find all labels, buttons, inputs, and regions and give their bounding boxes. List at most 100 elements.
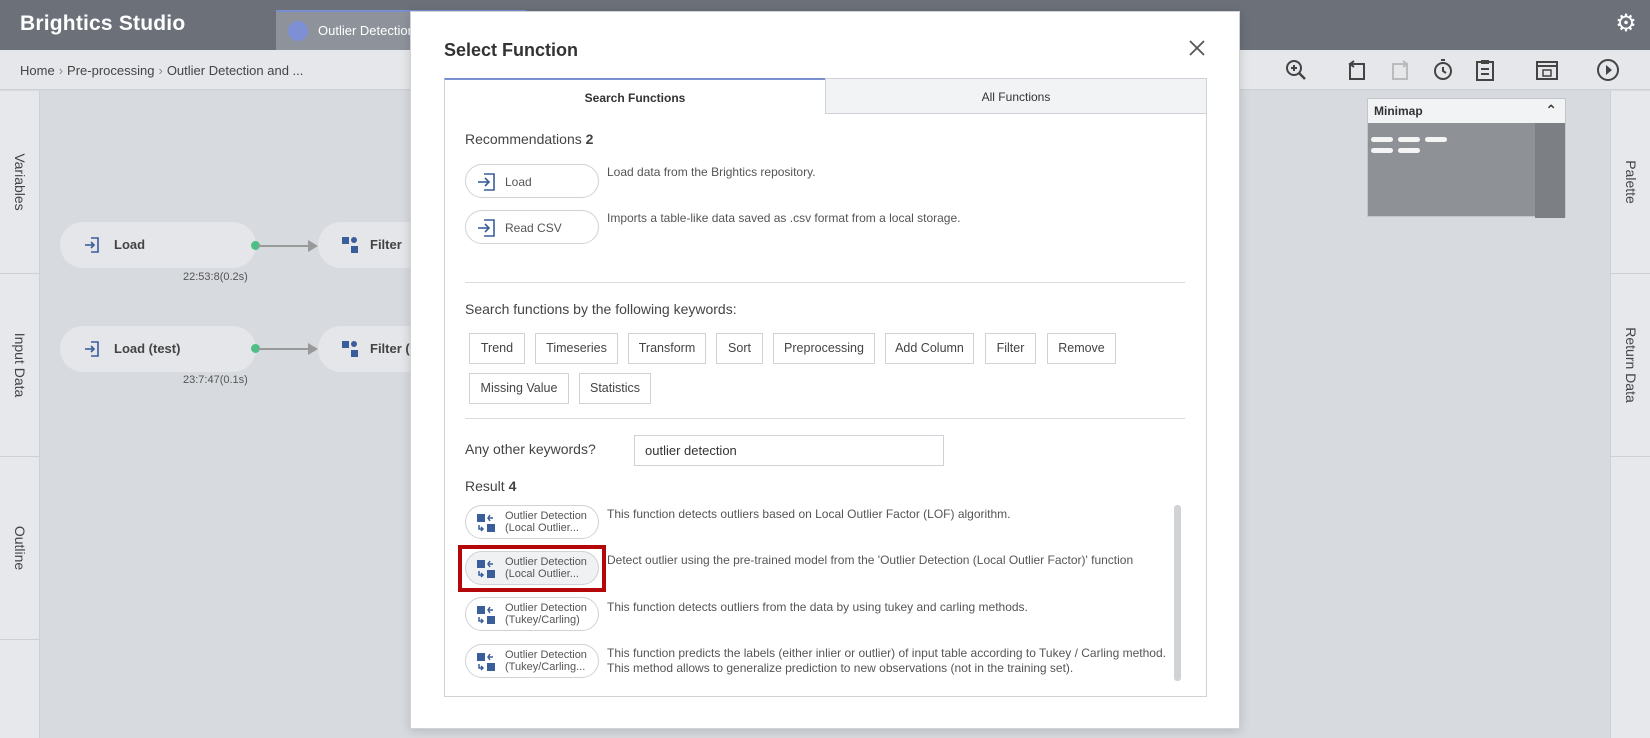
recommendation-read-csv[interactable]: Read CSV: [465, 210, 599, 244]
result-item-name-line1: Outlier Detection: [505, 602, 587, 614]
keyword-filter[interactable]: Filter: [985, 333, 1036, 364]
keyword-transform[interactable]: Transform: [628, 333, 706, 364]
breadcrumb: Home › Pre-processing › Outlier Detection an…: [20, 63, 304, 78]
result-item-name-line1: Outlier Detection: [505, 510, 587, 522]
result-item-name: Outlier Detection (Tukey/Carling...: [505, 649, 595, 673]
node-load-time: 22:53:8(0.2s): [183, 271, 248, 283]
divider: [465, 282, 1185, 283]
zoom-in-icon[interactable]: [1284, 58, 1308, 82]
recommendations-count: 2: [585, 131, 594, 147]
node-filter-test-label: Filter (t: [370, 341, 415, 356]
keyword-add-column[interactable]: Add Column: [885, 333, 974, 364]
result-item-name-line1: Outlier Detection: [505, 649, 587, 661]
minimap-scrollbar[interactable]: [1535, 123, 1565, 218]
other-keywords-label: Any other keywords?: [465, 441, 596, 457]
result-item-lof[interactable]: Outlier Detection (Local Outlier...: [465, 505, 599, 539]
recommendations-label: Recommendations: [465, 131, 582, 147]
node-load-test[interactable]: Load (test): [60, 326, 256, 372]
recommendation-read-csv-label: Read CSV: [505, 221, 562, 235]
minimap-header[interactable]: Minimap ⌃: [1368, 99, 1565, 123]
node-filter-label: Filter: [370, 237, 402, 252]
keyword-sort[interactable]: Sort: [716, 333, 763, 364]
result-item-name: Outlier Detection (Local Outlier...: [505, 510, 595, 534]
workflow-icon: [288, 21, 308, 41]
result-item-name-line2: (Local Outlier...: [505, 522, 579, 534]
side-tab-return-data[interactable]: Return Data: [1611, 274, 1650, 457]
undo-icon[interactable]: [1345, 58, 1369, 82]
left-side-panel: Variables Input Data Outline: [0, 91, 40, 738]
filter-icon: [342, 237, 358, 253]
clipboard-icon[interactable]: [1473, 58, 1497, 82]
result-item-name-line2: (Tukey/Carling): [505, 614, 580, 626]
result-item-desc: This function predicts the labels (eithe…: [607, 646, 1166, 676]
right-side-panel: Palette Return Data: [1610, 91, 1650, 738]
workflow-tab-label: Outlier Detection: [318, 23, 415, 38]
filter-icon: [342, 341, 358, 357]
result-item-desc: This function detects outliers based on …: [607, 507, 1011, 521]
result-item-desc-line1: This function predicts the labels (eithe…: [607, 646, 1166, 660]
keyword-preprocessing[interactable]: Preprocessing: [773, 333, 875, 364]
recommendation-load-label: Load: [505, 175, 532, 189]
load-arrow-icon: [478, 219, 495, 237]
load-arrow-icon: [85, 237, 99, 253]
minimap[interactable]: Minimap ⌃: [1367, 98, 1566, 218]
edge-arrow: [308, 343, 318, 355]
side-tab-variables-label: Variables: [12, 153, 28, 211]
result-item-name: Outlier Detection (Tukey/Carling): [505, 602, 595, 626]
run-icon[interactable]: [1596, 58, 1620, 82]
keyword-remove[interactable]: Remove: [1047, 333, 1116, 364]
keyword-statistics[interactable]: Statistics: [579, 373, 651, 404]
recommendation-load[interactable]: Load: [465, 164, 599, 198]
keywords-heading: Search functions by the following keywor…: [465, 301, 737, 317]
breadcrumb-preprocessing[interactable]: Pre-processing: [67, 63, 154, 78]
minimap-title: Minimap: [1374, 104, 1423, 118]
side-tab-outline-label: Outline: [12, 525, 28, 571]
side-tab-variables[interactable]: Variables: [0, 91, 40, 274]
node-load[interactable]: Load: [60, 222, 256, 268]
selection-highlight: [458, 545, 606, 592]
tab-all-functions[interactable]: All Functions: [825, 78, 1207, 114]
keyword-search-input[interactable]: [634, 435, 944, 466]
minimap-node: [1398, 137, 1420, 142]
outlier-function-icon: [477, 514, 495, 532]
side-tab-palette-label: Palette: [1623, 160, 1639, 204]
minimap-node: [1371, 137, 1393, 142]
result-item-tukey[interactable]: Outlier Detection (Tukey/Carling): [465, 597, 599, 631]
recommendations-heading: Recommendations 2: [465, 131, 593, 147]
result-heading: Result 4: [465, 478, 516, 494]
keyword-trend[interactable]: Trend: [469, 333, 525, 364]
app-title: Brightics Studio: [20, 12, 186, 35]
side-tab-input-data-label: Input Data: [12, 332, 28, 398]
redo-icon[interactable]: [1388, 58, 1412, 82]
edge-arrow: [308, 240, 318, 252]
keyword-timeseries[interactable]: Timeseries: [535, 333, 618, 364]
keyword-missing-value[interactable]: Missing Value: [469, 373, 569, 404]
results-scrollbar[interactable]: [1174, 505, 1181, 681]
breadcrumb-home[interactable]: Home: [20, 63, 55, 78]
side-tab-palette[interactable]: Palette: [1611, 91, 1650, 274]
node-load-test-label: Load (test): [114, 341, 181, 356]
recommendation-load-desc: Load data from the Brightics repository.: [607, 165, 816, 179]
outlier-function-icon: [477, 606, 495, 624]
result-count: 4: [508, 478, 517, 494]
chevron-up-icon[interactable]: ⌃: [1545, 102, 1557, 119]
minimap-node: [1425, 137, 1447, 142]
load-arrow-icon: [85, 341, 99, 357]
history-icon[interactable]: [1431, 58, 1455, 82]
result-item-desc-line2: This method allows to generalize predict…: [607, 661, 1074, 675]
tab-search-functions[interactable]: Search Functions: [444, 78, 825, 114]
minimap-node: [1371, 148, 1393, 153]
recommendation-read-csv-desc: Imports a table-like data saved as .csv …: [607, 211, 961, 225]
layout-icon[interactable]: [1535, 58, 1559, 82]
side-tab-input-data[interactable]: Input Data: [0, 274, 40, 457]
close-icon[interactable]: [1187, 38, 1207, 58]
node-load-test-time: 23:7:47(0.1s): [183, 374, 248, 386]
result-item-desc: This function detects outliers from the …: [607, 600, 1028, 614]
side-tab-return-data-label: Return Data: [1623, 327, 1639, 403]
result-item-name-line2: (Tukey/Carling...: [505, 661, 586, 673]
side-tab-outline[interactable]: Outline: [0, 457, 40, 640]
outlier-function-icon: [477, 653, 495, 671]
result-item-tukey-predict[interactable]: Outlier Detection (Tukey/Carling...: [465, 644, 599, 678]
gear-icon[interactable]: ⚙: [1614, 12, 1638, 36]
minimap-node: [1398, 148, 1420, 153]
